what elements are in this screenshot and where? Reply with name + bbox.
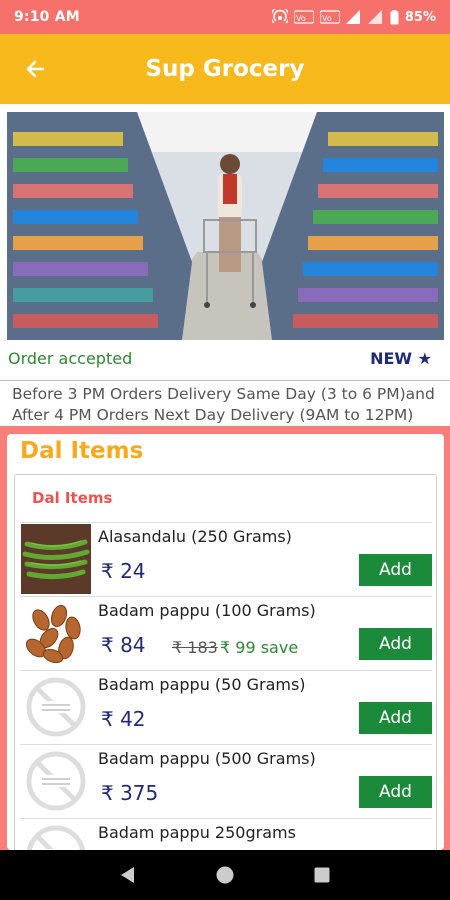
- item-price: ₹ 375: [101, 781, 159, 805]
- battery-icon: [390, 9, 399, 24]
- triangle-back-icon: [121, 867, 135, 883]
- item-price: ₹ 24: [101, 559, 146, 583]
- item-mrp: ₹ 183: [172, 638, 218, 657]
- no-image-icon: [21, 672, 91, 742]
- add-button[interactable]: Add: [359, 702, 432, 734]
- item-save: ₹ 99 save: [220, 638, 299, 657]
- list-item[interactable]: Badam pappu (50 Grams) ₹ 42 Add: [20, 670, 432, 744]
- no-image-icon: [21, 820, 91, 850]
- no-image-icon: [21, 746, 91, 816]
- item-name: Badam pappu (500 Grams): [98, 749, 316, 768]
- status-bar: 9:10 AM Vo Vo 85%: [0, 0, 450, 34]
- list-item[interactable]: Alasandalu (250 Grams) ₹ 24 Add: [20, 522, 432, 596]
- section-title: Dal Items: [20, 438, 144, 464]
- list-item[interactable]: Badam pappu (100 Grams) ₹ 84 ₹ 183 ₹ 99 …: [20, 596, 432, 670]
- square-recents-icon: [314, 867, 330, 883]
- arrow-left-icon: [26, 60, 45, 78]
- circle-home-icon: [216, 866, 234, 884]
- delivery-notice: Before 3 PM Orders Delivery Same Day (3 …: [0, 380, 450, 426]
- add-button[interactable]: Add: [359, 776, 432, 808]
- item-price: ₹ 42: [101, 707, 146, 731]
- svg-text:Vo: Vo: [322, 14, 332, 23]
- banner-image[interactable]: [7, 112, 444, 340]
- nav-back-button[interactable]: [113, 860, 143, 890]
- item-name: Alasandalu (250 Grams): [98, 527, 292, 546]
- hotspot-icon: [271, 9, 288, 24]
- category-card: Dal Items Dal Items Alasandalu (250 Gram…: [7, 434, 444, 850]
- back-button[interactable]: [20, 54, 50, 84]
- add-button[interactable]: Add: [359, 628, 432, 660]
- svg-text:Vo: Vo: [296, 14, 306, 23]
- banner-card: [0, 104, 450, 426]
- list-subtitle: Dal Items: [32, 489, 113, 507]
- items-list: Dal Items Alasandalu (250 Grams) ₹ 24 Ad…: [14, 474, 437, 850]
- nav-home-button[interactable]: [210, 860, 240, 890]
- order-status: Order accepted: [8, 349, 133, 368]
- app-bar: Sup Grocery: [0, 34, 450, 104]
- list-item[interactable]: Badam pappu 250grams: [20, 818, 432, 850]
- new-badge[interactable]: NEW ★: [370, 349, 432, 368]
- item-name: Badam pappu (50 Grams): [98, 675, 306, 694]
- volte-icon: Vo: [293, 10, 314, 24]
- navigation-bar: [0, 850, 450, 900]
- nav-recents-button[interactable]: [307, 860, 337, 890]
- supermarket-photo: [7, 112, 444, 340]
- status-time: 9:10 AM: [14, 9, 80, 25]
- item-name: Badam pappu 250grams: [98, 823, 296, 842]
- battery-percent: 85%: [404, 9, 436, 25]
- volte-icon-2: Vo: [319, 10, 340, 24]
- item-name: Badam pappu (100 Grams): [98, 601, 316, 620]
- item-price: ₹ 84: [101, 633, 146, 657]
- add-button[interactable]: Add: [359, 554, 432, 586]
- beans-icon: [21, 524, 91, 594]
- page-title: Sup Grocery: [145, 56, 305, 82]
- list-item[interactable]: Badam pappu (500 Grams) ₹ 375 Add: [20, 744, 432, 818]
- almonds-icon: [21, 598, 91, 668]
- signal-icon: [345, 10, 360, 24]
- status-icons: Vo Vo 85%: [271, 9, 436, 25]
- signal-icon-2: [367, 10, 382, 24]
